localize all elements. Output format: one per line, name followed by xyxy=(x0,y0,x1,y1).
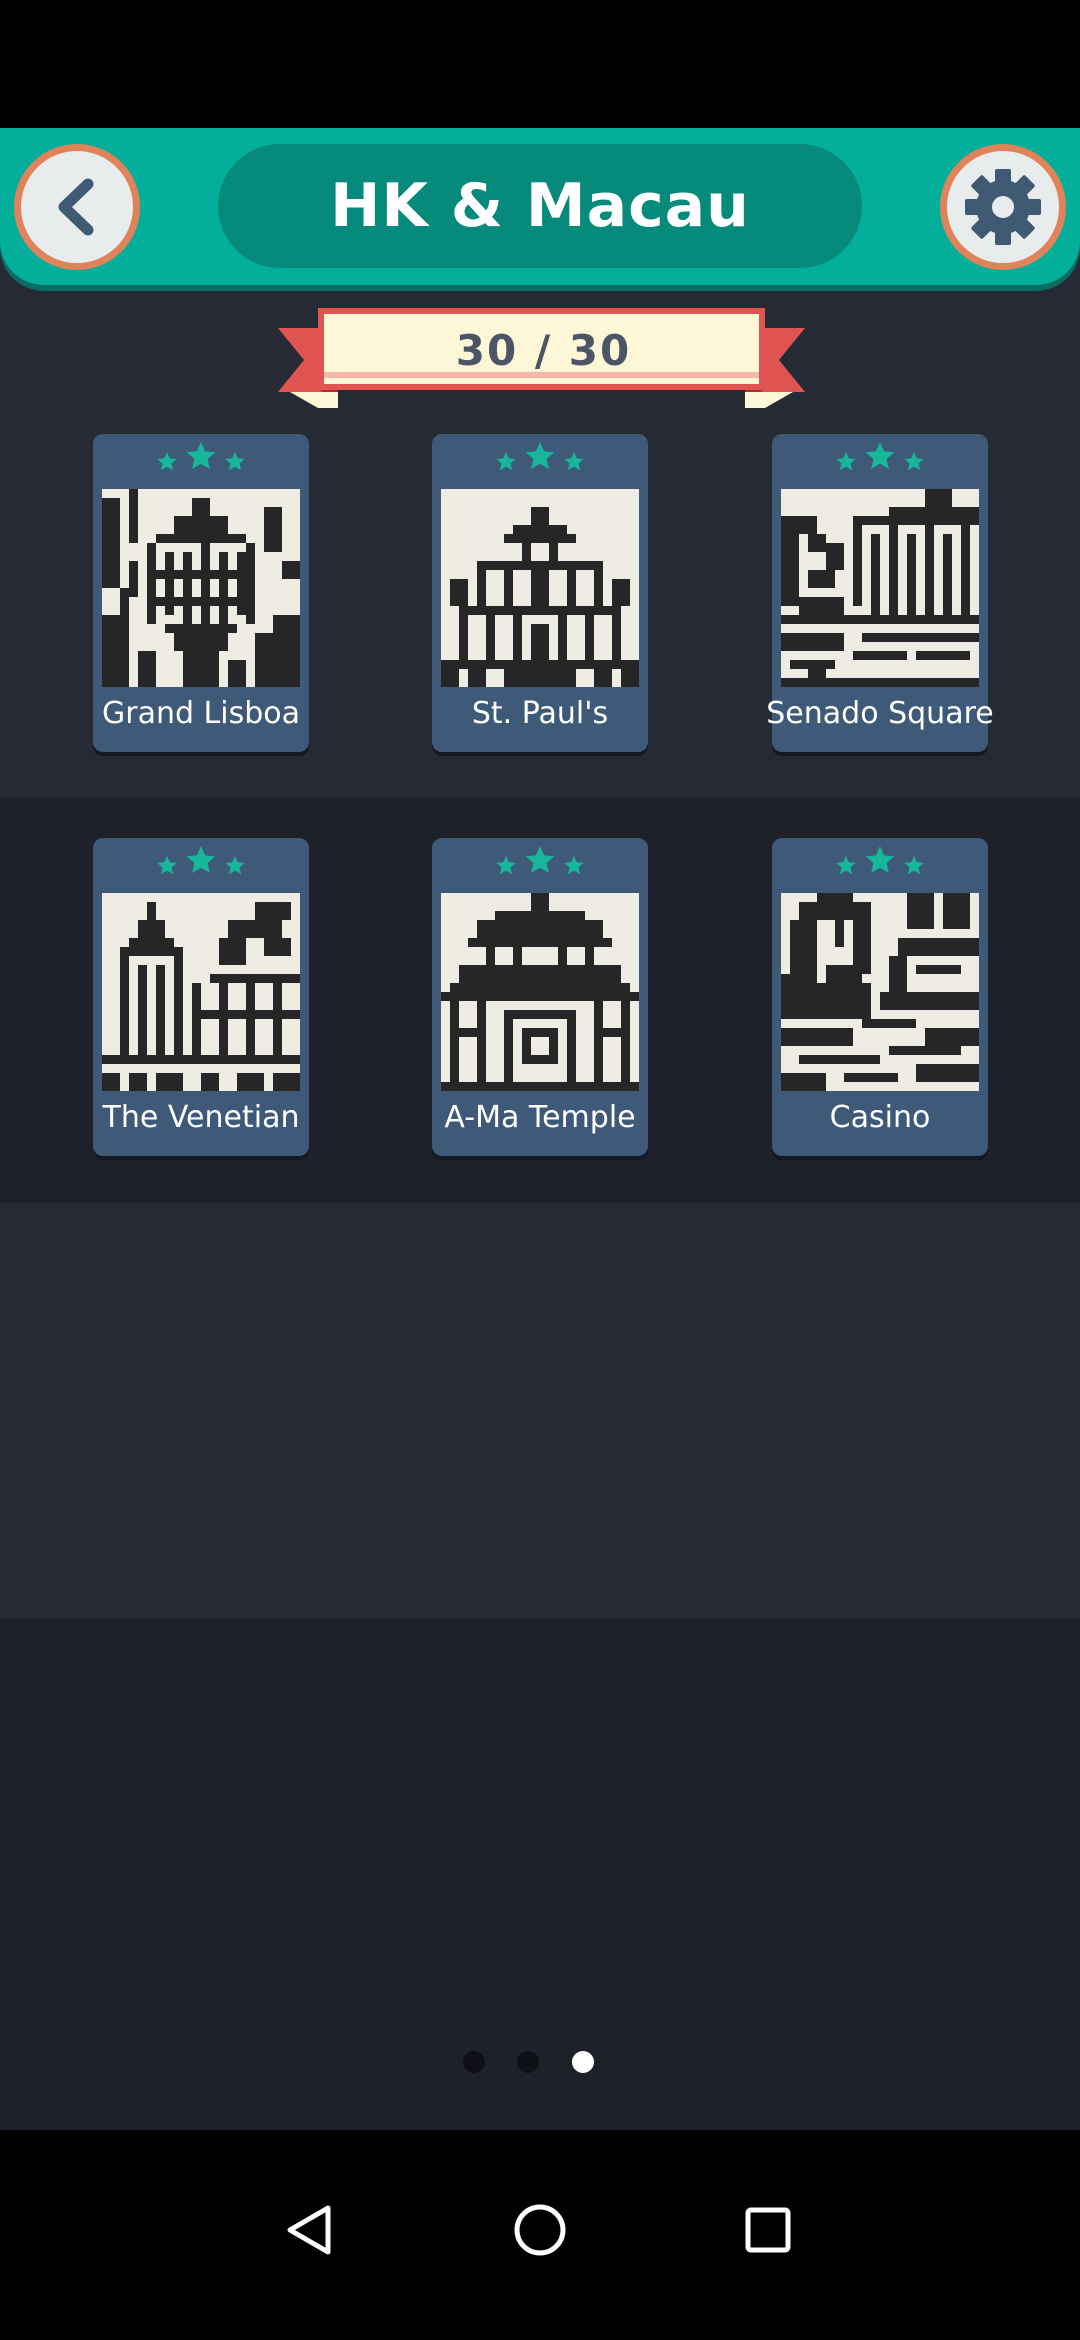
settings-button[interactable] xyxy=(940,144,1066,270)
senado-square-pixel-art xyxy=(781,489,979,687)
level-card-senado-square[interactable]: Senado Square xyxy=(766,434,994,752)
star-icon xyxy=(225,856,245,875)
star-rating xyxy=(93,844,309,884)
star-icon xyxy=(157,856,177,875)
star-icon xyxy=(186,442,216,469)
level-name: St. Paul's xyxy=(471,696,609,731)
casino-pixel-art xyxy=(781,893,979,1091)
chevron-left-icon xyxy=(58,178,94,236)
st-pauls-pixel-art xyxy=(441,489,639,687)
star-rating xyxy=(772,440,988,480)
app-area: HK & Macau 30 / 30 Grand Lisboa St. Paul… xyxy=(0,128,1080,2130)
header-bar: HK & Macau xyxy=(0,128,1080,285)
back-button[interactable] xyxy=(14,144,140,270)
page-indicator xyxy=(0,2047,1080,2077)
star-icon xyxy=(564,452,584,471)
level-name: Senado Square xyxy=(766,696,994,731)
a-ma-temple-pixel-art xyxy=(441,893,639,1091)
title-pill: HK & Macau xyxy=(218,144,862,268)
star-rating xyxy=(432,844,648,884)
background-band xyxy=(0,1203,1080,1618)
star-icon xyxy=(496,452,516,471)
level-name: Casino xyxy=(829,1100,931,1135)
system-nav-bar xyxy=(0,2130,1080,2340)
nav-back-button[interactable] xyxy=(260,2180,360,2280)
star-rating xyxy=(772,844,988,884)
star-icon xyxy=(225,452,245,471)
nav-recents-icon xyxy=(745,2207,791,2253)
level-card-st-pauls[interactable]: St. Paul's xyxy=(432,434,648,752)
star-icon xyxy=(564,856,584,875)
nav-back-icon xyxy=(287,2205,331,2255)
nav-recents-button[interactable] xyxy=(718,2180,818,2280)
the-venetian-pixel-art xyxy=(102,893,300,1091)
level-name: The Venetian xyxy=(102,1100,300,1135)
screen: HK & Macau 30 / 30 Grand Lisboa St. Paul… xyxy=(0,0,1080,2340)
progress-counter: 30 / 30 xyxy=(455,325,632,375)
level-card-grand-lisboa[interactable]: Grand Lisboa xyxy=(93,434,309,752)
status-bar xyxy=(0,0,1080,128)
level-card-a-ma-temple[interactable]: A-Ma Temple xyxy=(432,838,648,1156)
nav-home-icon xyxy=(514,2204,566,2256)
gear-icon xyxy=(965,169,1041,245)
grand-lisboa-pixel-art xyxy=(102,489,300,687)
level-card-the-venetian[interactable]: The Venetian xyxy=(93,838,309,1156)
star-icon xyxy=(186,846,216,873)
star-icon xyxy=(525,442,555,469)
star-rating xyxy=(432,440,648,480)
star-rating xyxy=(93,440,309,480)
nav-home-button[interactable] xyxy=(490,2180,590,2280)
star-icon xyxy=(865,846,895,873)
star-icon xyxy=(496,856,516,875)
star-icon xyxy=(157,452,177,471)
star-icon xyxy=(836,856,856,875)
star-icon xyxy=(904,452,924,471)
page-dot[interactable] xyxy=(463,2051,485,2073)
star-icon xyxy=(836,452,856,471)
level-name: Grand Lisboa xyxy=(101,696,301,731)
star-icon xyxy=(904,856,924,875)
page-dot[interactable] xyxy=(517,2051,539,2073)
star-icon xyxy=(525,846,555,873)
star-icon xyxy=(865,442,895,469)
level-card-casino[interactable]: Casino xyxy=(772,838,988,1156)
level-name: A-Ma Temple xyxy=(444,1100,636,1135)
page-dot-active[interactable] xyxy=(572,2051,594,2073)
page-title: HK & Macau xyxy=(330,171,750,241)
